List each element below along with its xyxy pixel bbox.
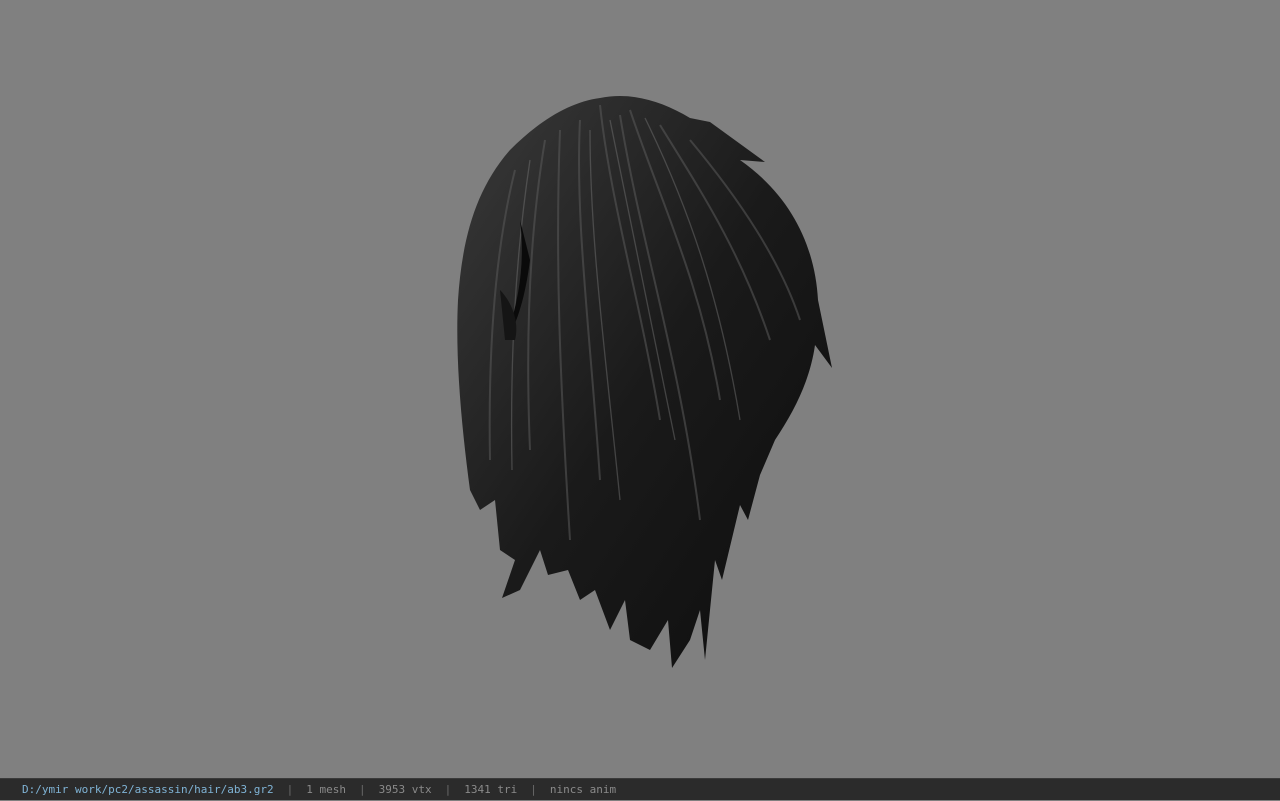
separator: | [530,782,537,796]
status-bar: D:/ymir work/pc2/assassin/hair/ab3.gr2 |… [0,778,1280,800]
vertex-count: 3953 vtx [378,782,432,796]
hair-model[interactable] [0,0,1280,778]
mesh-count: 1 mesh [306,782,347,796]
3d-viewport[interactable] [0,0,1280,778]
anim-status: nincs anim [549,782,617,796]
file-path: D:/ymir work/pc2/assassin/hair/ab3.gr2 [22,782,274,796]
triangle-count: 1341 tri [464,782,518,796]
separator: | [286,782,294,796]
separator: | [444,782,452,796]
separator: | [359,782,366,796]
hair-mass [457,96,832,668]
